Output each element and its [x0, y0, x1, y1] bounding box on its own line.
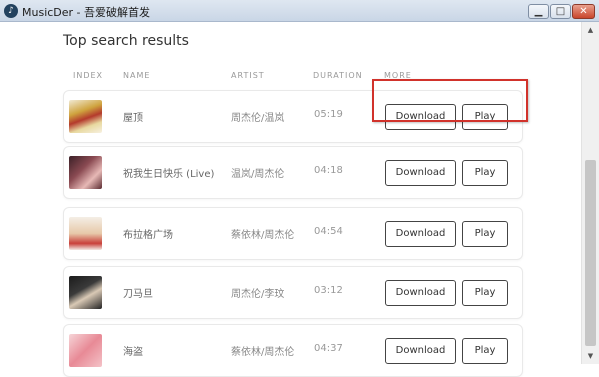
song-duration: 04:18	[314, 165, 343, 176]
column-header-more: MORE	[384, 71, 412, 80]
song-row: 祝我生日快乐 (Live) 温岚/周杰伦 04:18 Download Play	[63, 146, 523, 199]
song-duration: 03:12	[314, 285, 343, 296]
album-cover	[69, 100, 102, 133]
song-artist: 蔡依林/周杰伦	[231, 347, 295, 358]
play-button[interactable]: Play	[462, 221, 508, 247]
song-duration: 04:54	[314, 226, 343, 237]
minimize-button[interactable]: ▁	[528, 4, 549, 19]
scroll-up-arrow-icon[interactable]: ▲	[582, 22, 599, 38]
play-button[interactable]: Play	[462, 280, 508, 306]
song-artist: 周杰伦/温岚	[231, 113, 285, 124]
song-row: 布拉格广场 蔡依林/周杰伦 04:54 Download Play	[63, 207, 523, 260]
download-button[interactable]: Download	[385, 338, 456, 364]
window-title: MusicDer - 吾爱破解首发	[22, 6, 151, 19]
download-button[interactable]: Download	[385, 160, 456, 186]
column-header-index: INDEX	[73, 71, 104, 80]
song-name: 布拉格广场	[123, 230, 173, 241]
scrollbar-thumb[interactable]	[585, 160, 596, 346]
title-bar: ♪ MusicDer - 吾爱破解首发 ▁ □ ✕	[0, 0, 599, 22]
album-cover	[69, 217, 102, 250]
download-button[interactable]: Download	[385, 104, 456, 130]
scroll-down-arrow-icon[interactable]: ▼	[582, 348, 599, 364]
download-button[interactable]: Download	[385, 221, 456, 247]
song-name: 海盗	[123, 347, 143, 358]
song-duration: 05:19	[314, 109, 343, 120]
song-name: 屋顶	[123, 113, 143, 124]
song-artist: 周杰伦/李玟	[231, 289, 285, 300]
main-content: Top search results INDEX NAME ARTIST DUR…	[0, 22, 599, 377]
album-cover	[69, 334, 102, 367]
song-artist: 温岚/周杰伦	[231, 169, 285, 180]
song-artist: 蔡依林/周杰伦	[231, 230, 295, 241]
song-name: 刀马旦	[123, 289, 153, 300]
play-button[interactable]: Play	[462, 338, 508, 364]
column-header-duration: DURATION	[313, 71, 363, 80]
download-button[interactable]: Download	[385, 280, 456, 306]
song-duration: 04:37	[314, 343, 343, 354]
song-row: 海盗 蔡依林/周杰伦 04:37 Download Play	[63, 324, 523, 377]
song-name: 祝我生日快乐 (Live)	[123, 169, 215, 180]
column-header-artist: ARTIST	[231, 71, 265, 80]
close-button[interactable]: ✕	[572, 4, 595, 19]
page-title: Top search results	[63, 33, 189, 49]
song-row: 屋顶 周杰伦/温岚 05:19 Download Play	[63, 90, 523, 143]
column-header-name: NAME	[123, 71, 151, 80]
music-note-icon: ♪	[4, 4, 18, 18]
maximize-button[interactable]: □	[550, 4, 571, 19]
play-button[interactable]: Play	[462, 104, 508, 130]
song-row: 刀马旦 周杰伦/李玟 03:12 Download Play	[63, 266, 523, 319]
album-cover	[69, 156, 102, 189]
play-button[interactable]: Play	[462, 160, 508, 186]
album-cover	[69, 276, 102, 309]
vertical-scrollbar[interactable]: ▲ ▼	[581, 22, 599, 364]
